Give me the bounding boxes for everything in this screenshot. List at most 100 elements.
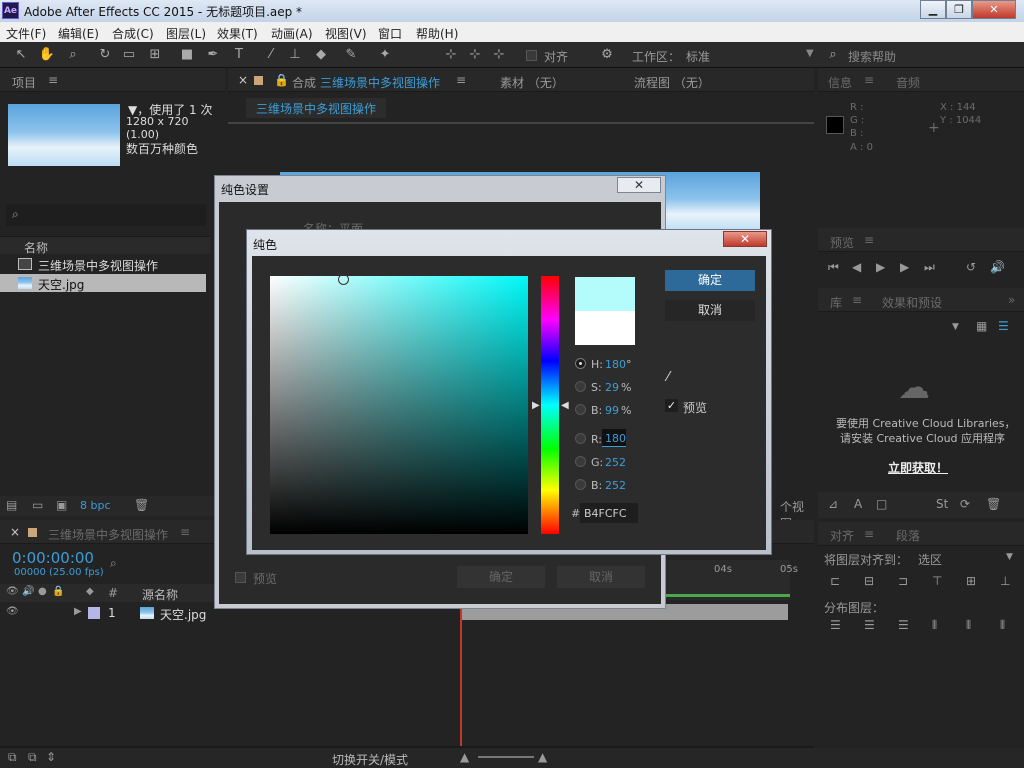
close-button[interactable]: ✕ xyxy=(972,0,1016,19)
preview-checkbox[interactable]: ✓ xyxy=(665,399,678,412)
ok-button[interactable]: 确定 xyxy=(457,566,545,588)
label-icon[interactable]: ◆ xyxy=(86,586,94,597)
world-axis-icon[interactable]: ⊹ xyxy=(466,46,484,64)
new-composition-icon[interactable]: ▣ xyxy=(56,498,67,512)
bpc-button[interactable]: 8 bpc xyxy=(80,499,111,512)
close-tab-icon[interactable]: × xyxy=(10,525,20,539)
ok-button[interactable]: 确定 xyxy=(665,270,755,291)
panel-menu-icon[interactable]: ≡ xyxy=(864,527,874,541)
eyedropper-icon[interactable]: ⁄ xyxy=(667,370,669,385)
color-cursor[interactable] xyxy=(338,274,349,285)
menu-edit[interactable]: 编辑(E) xyxy=(58,25,99,42)
blue-radio[interactable] xyxy=(575,479,586,490)
zoom-slider[interactable] xyxy=(478,756,534,758)
distribute-v-center-icon[interactable]: ☰ xyxy=(864,618,875,632)
type-tool-icon[interactable]: T xyxy=(230,46,248,64)
distribute-bottom-icon[interactable]: ☰ xyxy=(898,618,909,632)
next-frame-icon[interactable]: ▶ xyxy=(900,260,909,274)
project-search-input[interactable]: ⌕ xyxy=(6,204,206,226)
close-tab-icon[interactable]: × xyxy=(238,73,248,87)
zoom-tool-icon[interactable]: ⌕ xyxy=(64,46,82,64)
tab-flowchart[interactable]: 流程图 （无） xyxy=(634,74,710,91)
audio-icon[interactable]: 🔊 xyxy=(990,260,1005,274)
more-tabs-icon[interactable]: » xyxy=(1008,293,1015,307)
s-radio[interactable] xyxy=(575,381,586,392)
align-to-select[interactable]: 选区 xyxy=(918,551,942,568)
menu-layer[interactable]: 图层(L) xyxy=(166,25,206,42)
add-color-icon[interactable]: □ xyxy=(876,497,887,511)
previous-frame-icon[interactable]: ◀ xyxy=(852,260,861,274)
panel-menu-icon[interactable]: ≡ xyxy=(48,73,58,87)
cancel-button[interactable]: 取消 xyxy=(665,300,755,321)
trash-icon[interactable]: 🗑 xyxy=(134,498,149,512)
add-graphic-icon[interactable]: ⊿ xyxy=(828,497,838,511)
pan-behind-tool-icon[interactable]: ⊞ xyxy=(146,46,164,64)
dialog-close-button[interactable]: ✕ xyxy=(617,177,661,193)
tab-align[interactable]: 对齐 xyxy=(830,527,854,544)
distribute-h-center-icon[interactable]: ⫴ xyxy=(966,618,971,633)
name-column-header[interactable]: 名称 xyxy=(0,236,210,255)
lock-icon[interactable]: 🔒 xyxy=(274,73,289,87)
render-icon[interactable]: ⧉ xyxy=(28,750,37,765)
search-icon[interactable]: ⌕ xyxy=(110,556,117,571)
b-radio[interactable] xyxy=(575,404,586,415)
clone-stamp-icon[interactable]: ⊥ xyxy=(286,46,304,64)
hand-tool-icon[interactable]: ✋ xyxy=(38,46,56,64)
trash-icon[interactable]: 🗑 xyxy=(986,497,1001,511)
saturation-brightness-field[interactable] xyxy=(270,276,528,534)
layer-name[interactable]: 天空.jpg xyxy=(160,606,206,623)
list-view-icon[interactable]: ☰ xyxy=(998,319,1009,333)
align-right-icon[interactable]: ⊐ xyxy=(898,574,908,588)
panel-menu-icon[interactable]: ≡ xyxy=(852,293,862,307)
menu-help[interactable]: 帮助(H) xyxy=(416,25,458,42)
distribute-top-icon[interactable]: ☰ xyxy=(830,618,841,632)
library-dropdown-icon[interactable]: ▼ xyxy=(952,322,959,332)
original-color-swatch[interactable] xyxy=(575,311,635,345)
zoom-in-icon[interactable]: ▲ xyxy=(538,750,547,764)
snap-checkbox[interactable] xyxy=(526,50,537,61)
puppet-pin-icon[interactable]: ✦ xyxy=(376,46,394,64)
playhead-line[interactable] xyxy=(460,604,462,748)
visibility-icon[interactable]: 👁 xyxy=(6,586,19,597)
tab-library[interactable]: 库 xyxy=(830,294,842,311)
panel-menu-icon[interactable]: ≡ xyxy=(456,73,466,87)
dialog-close-button[interactable]: ✕ xyxy=(723,231,767,247)
first-frame-icon[interactable]: ⏮ xyxy=(828,260,839,275)
get-now-link[interactable]: 立即获取！ xyxy=(888,459,948,476)
visibility-icon[interactable]: 👁 xyxy=(6,606,19,617)
align-dropdown-icon[interactable]: ▼ xyxy=(1006,552,1013,562)
minimize-button[interactable]: ▁ xyxy=(920,0,946,19)
menu-effect[interactable]: 效果(T) xyxy=(217,25,258,42)
play-icon[interactable]: ▶ xyxy=(876,260,885,274)
rotate-tool-icon[interactable]: ↻ xyxy=(96,46,114,64)
tab-composition[interactable]: 三维场景中多视图操作 xyxy=(320,74,440,91)
zoom-out-icon[interactable]: ▲ xyxy=(460,750,469,764)
preview-checkbox[interactable] xyxy=(235,572,246,583)
panel-menu-icon[interactable]: ≡ xyxy=(180,525,190,539)
hue-slider[interactable] xyxy=(541,276,559,534)
list-item[interactable]: 三维场景中多视图操作 xyxy=(0,255,210,273)
roto-brush-icon[interactable]: ✎ xyxy=(342,46,360,64)
maximize-button[interactable]: ❐ xyxy=(946,0,972,19)
align-bottom-icon[interactable]: ⊥ xyxy=(1000,574,1010,588)
workspace-select[interactable]: 标准 xyxy=(686,48,816,65)
panel-menu-icon[interactable]: ≡ xyxy=(864,233,874,247)
expand-pane-icon[interactable]: ⇕ xyxy=(46,750,56,764)
tab-preview[interactable]: 预览 xyxy=(830,234,854,251)
align-v-center-icon[interactable]: ⊞ xyxy=(966,574,976,588)
g-value[interactable]: 252 xyxy=(605,456,626,469)
current-time[interactable]: 0:00:00:00 xyxy=(12,549,94,567)
menu-view[interactable]: 视图(V) xyxy=(325,25,367,42)
pen-tool-icon[interactable]: ✒ xyxy=(204,46,222,64)
tab-info[interactable]: 信息 xyxy=(828,74,852,91)
distribute-right-icon[interactable]: ⫴ xyxy=(1000,618,1005,633)
rectangle-tool-icon[interactable]: ■ xyxy=(178,46,196,64)
align-h-center-icon[interactable]: ⊟ xyxy=(864,574,874,588)
new-folder-icon[interactable]: ▭ xyxy=(32,498,43,512)
project-tab[interactable]: 项目 xyxy=(12,74,36,91)
hue-slider-left-arrow-icon[interactable]: ▶ xyxy=(532,400,540,411)
last-frame-icon[interactable]: ⏭ xyxy=(924,260,935,275)
view-axis-icon[interactable]: ⊹ xyxy=(490,46,508,64)
tab-audio[interactable]: 音频 xyxy=(896,74,920,91)
toggle-switches-modes[interactable]: 切换开关/模式 xyxy=(332,751,408,768)
